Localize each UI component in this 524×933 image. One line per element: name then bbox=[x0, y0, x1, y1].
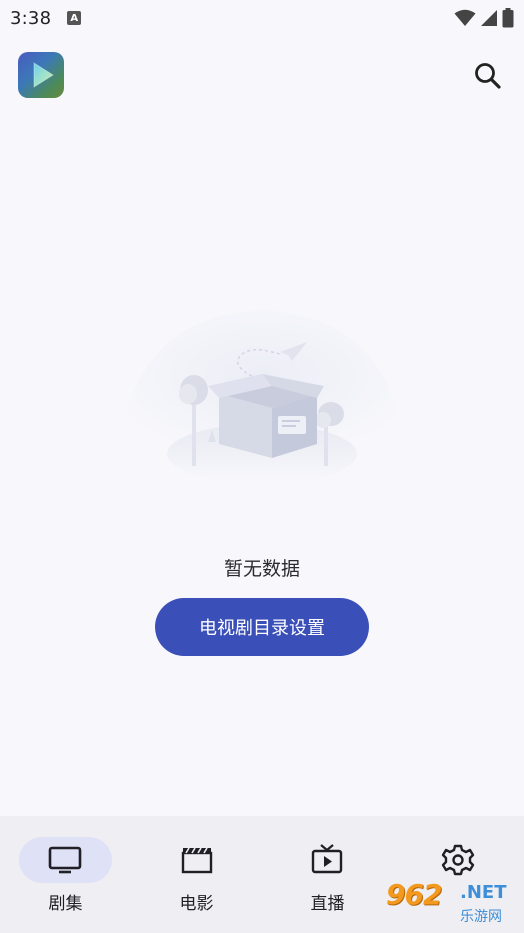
wifi-icon bbox=[454, 9, 476, 26]
watermark-logo: 962 .NET 乐游网 bbox=[386, 878, 518, 930]
nav-tab-live[interactable]: 直播 bbox=[262, 816, 393, 933]
cellular-signal-icon bbox=[481, 10, 497, 26]
watermark-main: 962 bbox=[386, 878, 442, 911]
app-bar bbox=[0, 46, 524, 106]
empty-box-illustration bbox=[112, 306, 412, 496]
nav-tab-series[interactable]: 剧集 bbox=[0, 816, 131, 933]
empty-state-message: 暂无数据 bbox=[223, 558, 300, 580]
status-time: 3:38 bbox=[10, 7, 52, 29]
movie-clapper-icon bbox=[181, 847, 213, 874]
notification-icon: A bbox=[67, 11, 82, 25]
tv-icon bbox=[48, 846, 82, 874]
settings-gear-icon bbox=[441, 844, 475, 876]
play-logo-icon[interactable] bbox=[18, 52, 64, 98]
search-icon bbox=[475, 63, 501, 89]
status-icons bbox=[454, 8, 514, 28]
nav-tab-movies[interactable]: 电影 bbox=[131, 816, 262, 933]
status-bar: 3:38 A bbox=[0, 0, 524, 36]
live-tv-icon bbox=[311, 844, 343, 874]
watermark-net: .NET bbox=[460, 882, 507, 903]
nav-label-series: 剧集 bbox=[48, 894, 83, 914]
tv-catalog-settings-button[interactable]: 电视剧目录设置 bbox=[155, 598, 369, 656]
watermark-sub: 乐游网 bbox=[460, 909, 502, 925]
nav-label-live: 直播 bbox=[310, 894, 345, 914]
nav-label-movies: 电影 bbox=[179, 894, 214, 914]
battery-icon bbox=[502, 8, 514, 28]
search-button[interactable] bbox=[472, 60, 504, 92]
